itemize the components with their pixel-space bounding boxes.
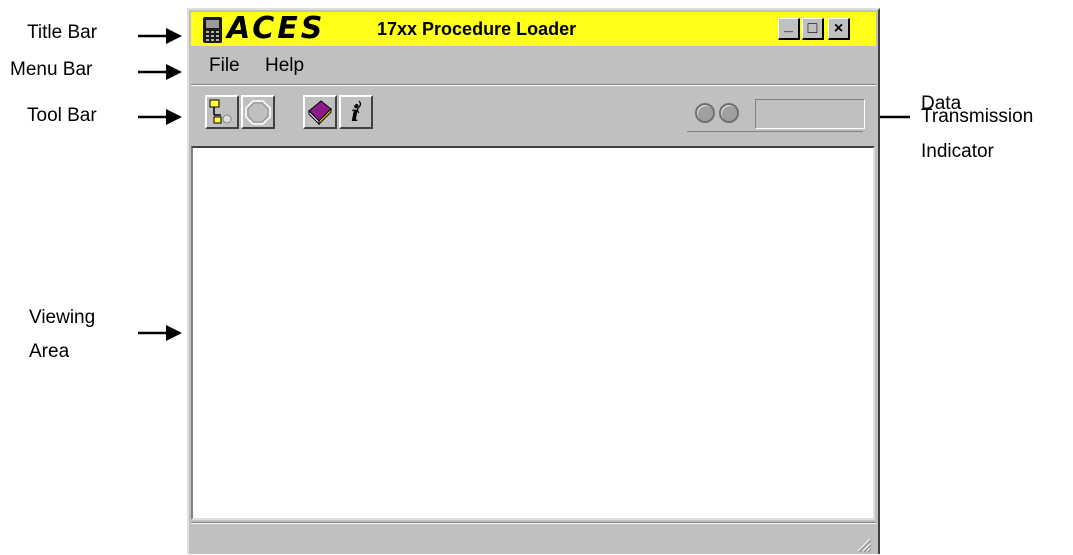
window-title: 17xx Procedure Loader [377,19,577,39]
arrow-icon [138,325,182,341]
minimize-button[interactable]: _ [778,16,800,40]
app-icon[interactable] [203,17,222,43]
maximize-icon: □ [807,19,818,37]
svg-text:i: i [351,101,359,127]
led-icon [719,103,739,123]
callout-viewing-area-line1: Viewing [29,307,96,328]
resize-grip-icon[interactable] [854,535,872,553]
menu-bar: File Help [191,50,876,80]
callout-tool-bar: Tool Bar [27,105,97,126]
led-icon [695,103,715,123]
status-bar [191,522,876,555]
tool-bar: i [191,84,876,145]
stop-icon [245,100,271,125]
callout-menu-bar: Menu Bar [10,59,93,80]
close-button[interactable]: × [828,18,850,40]
maximize-button[interactable]: □ [802,18,824,40]
callout-data-line3: Indicator [921,141,994,162]
aces-logo: ACES [227,11,326,46]
connect-button[interactable] [205,95,239,129]
book-icon [308,100,332,126]
arrow-icon [138,64,182,80]
callout-viewing-area-line2: Area [29,341,70,362]
arrow-icon [138,109,182,125]
arrow-icon [138,28,182,44]
viewing-area[interactable] [191,146,875,520]
callout-data-line2: Transmission [921,106,1034,127]
close-icon: × [833,19,844,37]
callout-title-bar: Title Bar [27,22,98,43]
menu-file[interactable]: File [209,55,240,77]
procedure-book-button[interactable] [303,95,337,129]
transmission-progress-box [755,99,865,129]
menu-help[interactable]: Help [265,55,304,77]
minimize-icon: _ [784,16,793,34]
title-bar[interactable]: ACES 17xx Procedure Loader _ □ × [191,12,876,46]
stop-button[interactable] [241,95,275,129]
info-icon: i [351,100,362,127]
info-button[interactable]: i [339,95,373,129]
app-window: ACES 17xx Procedure Loader _ □ × File He… [187,8,880,554]
connect-icon [209,99,232,124]
